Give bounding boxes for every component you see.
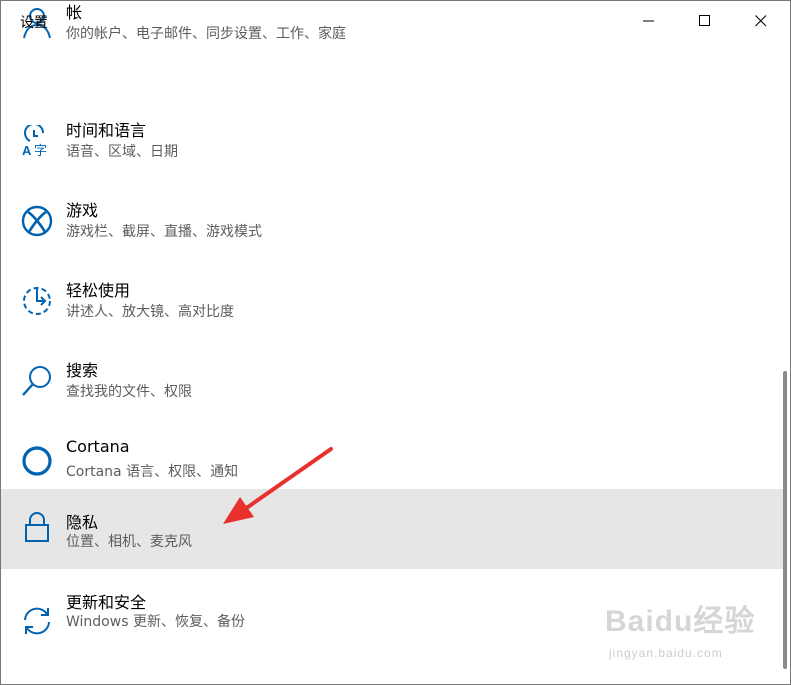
cortana-icon — [22, 446, 52, 476]
window-title: 设置 — [20, 15, 48, 31]
settings-item-name: 轻松使用 — [66, 281, 131, 300]
settings-item-desc: 查找我的文件、权限 — [66, 384, 192, 400]
svg-text:字: 字 — [34, 144, 47, 157]
watermark-sub: jingyan.baidu.com — [609, 646, 723, 660]
settings-item-privacy[interactable]: 隐私 位置、相机、麦克风 — [1, 489, 783, 569]
settings-item-name: 隐私 — [66, 513, 99, 532]
settings-item-desc: Windows 更新、恢复、备份 — [66, 614, 245, 630]
minimize-button[interactable] — [626, 1, 672, 41]
svg-text:A: A — [22, 143, 32, 157]
maximize-icon — [699, 15, 710, 26]
settings-item-gaming[interactable]: 游戏 游戏栏、截屏、直播、游戏模式 — [1, 181, 783, 261]
settings-window: 帐 你的帐户、电子邮件、同步设置、工作、家庭 A 字 时间和语言 语音、区域、日… — [0, 0, 791, 685]
title-bar: 设置 — [1, 1, 790, 41]
settings-item-name: 游戏 — [66, 201, 99, 220]
time-language-icon: A 字 — [22, 125, 47, 157]
settings-item-desc: 位置、相机、麦克风 — [66, 534, 192, 550]
sync-icon — [24, 607, 50, 635]
ease-of-access-icon — [23, 287, 51, 315]
maximize-button[interactable] — [682, 1, 728, 41]
watermark-main: Baidu经验 — [605, 605, 756, 638]
settings-item-name: 时间和语言 — [66, 121, 147, 140]
settings-list: 帐 你的帐户、电子邮件、同步设置、工作、家庭 A 字 时间和语言 语音、区域、日… — [1, 1, 790, 684]
settings-item-desc: Cortana 语言、权限、通知 — [66, 464, 239, 480]
settings-item-name: 更新和安全 — [66, 593, 147, 612]
baidu-watermark: Baidu经验 jingyan.baidu.com — [605, 596, 765, 666]
settings-item-name: Cortana — [66, 437, 130, 456]
xbox-icon — [21, 205, 53, 237]
settings-item-desc: 语音、区域、日期 — [66, 144, 178, 160]
minimize-icon — [643, 20, 654, 22]
settings-item-desc: 游戏栏、截屏、直播、游戏模式 — [66, 224, 262, 240]
close-button[interactable] — [738, 1, 784, 41]
settings-item-search[interactable]: 搜索 查找我的文件、权限 — [1, 341, 783, 421]
settings-item-desc: 讲述人、放大镜、高对比度 — [66, 304, 234, 320]
settings-item-ease-of-access[interactable]: 轻松使用 讲述人、放大镜、高对比度 — [1, 261, 783, 341]
settings-item-time-language[interactable]: A 字 时间和语言 语音、区域、日期 — [1, 101, 783, 181]
search-icon — [22, 366, 51, 396]
close-icon — [755, 15, 767, 27]
lock-icon — [25, 512, 49, 542]
scrollbar-thumb[interactable] — [783, 371, 787, 669]
settings-item-name: 搜索 — [66, 361, 99, 380]
